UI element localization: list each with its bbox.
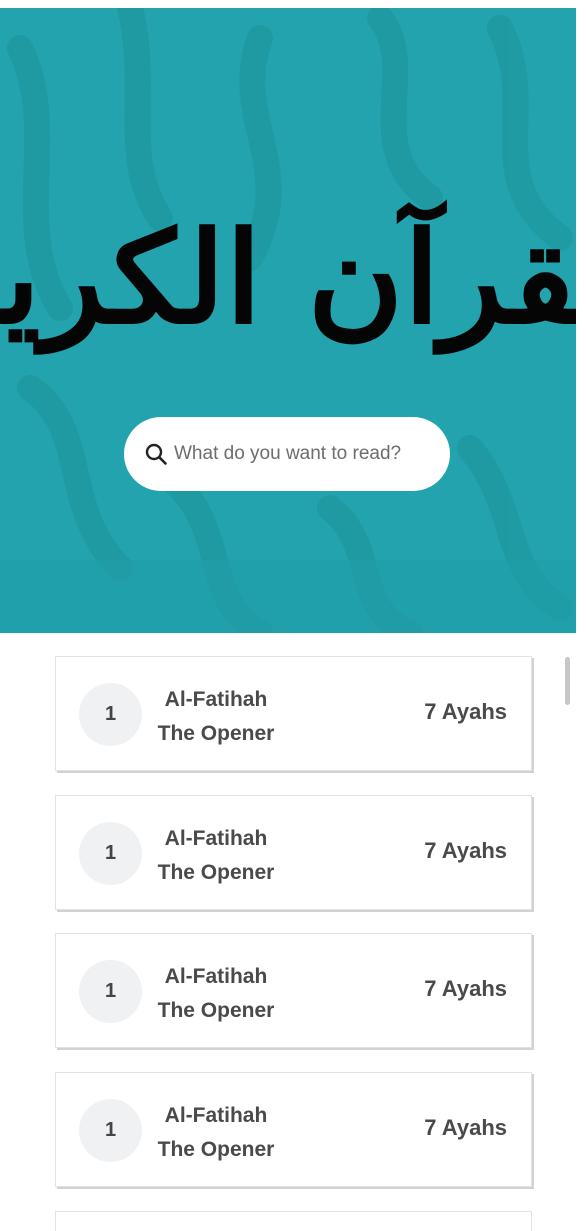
calligraphy-title: القرآن الكريم <box>0 204 576 352</box>
surah-name: Al-Fatihah <box>164 965 268 988</box>
surah-names: Al-Fatihah The Opener <box>146 960 286 1028</box>
surah-card[interactable]: 1 Al-Fatihah The Opener 7 Ayahs <box>55 656 532 771</box>
surah-translation: The Opener <box>157 861 275 884</box>
surah-translation: The Opener <box>157 1138 275 1161</box>
surah-card[interactable]: 1 Al-Fatihah The Opener 7 Ayahs <box>55 795 532 910</box>
surah-number-badge: 1 <box>79 683 142 746</box>
surah-name: Al-Fatihah <box>164 827 268 850</box>
surah-name: Al-Fatihah <box>164 688 268 711</box>
surah-name: Al-Fatihah <box>164 1104 268 1127</box>
surah-ayah-count: 7 Ayahs <box>424 699 507 724</box>
surah-ayah-count: 7 Ayahs <box>424 1115 507 1140</box>
surah-names: Al-Fatihah The Opener <box>146 683 286 751</box>
surah-ayah-count: 7 Ayahs <box>424 976 507 1001</box>
surah-number-badge: 1 <box>79 822 142 885</box>
surah-ayah-count: 7 Ayahs <box>424 838 507 863</box>
surah-names: Al-Fatihah The Opener <box>146 1099 286 1167</box>
surah-names: Al-Fatihah The Opener <box>146 822 286 890</box>
surah-card-partial[interactable] <box>55 1211 532 1231</box>
surah-translation: The Opener <box>157 722 275 745</box>
quran-calligraphy-logo: القرآن الكريم <box>0 178 576 378</box>
search-bar[interactable] <box>124 417 450 491</box>
surah-number-badge: 1 <box>79 1099 142 1162</box>
search-icon <box>145 443 167 465</box>
surah-translation: The Opener <box>157 999 275 1022</box>
page: القرآن الكريم 1 Al-Fatihah The Opener 7 … <box>0 0 576 1231</box>
scrollbar-track[interactable] <box>576 0 586 1214</box>
hero-banner: القرآن الكريم <box>0 8 576 633</box>
surah-card[interactable]: 1 Al-Fatihah The Opener 7 Ayahs <box>55 933 532 1048</box>
surah-card[interactable]: 1 Al-Fatihah The Opener 7 Ayahs <box>55 1072 532 1187</box>
scrollbar-thumb[interactable] <box>565 657 570 705</box>
search-input[interactable] <box>174 435 436 473</box>
surah-number-badge: 1 <box>79 960 142 1023</box>
